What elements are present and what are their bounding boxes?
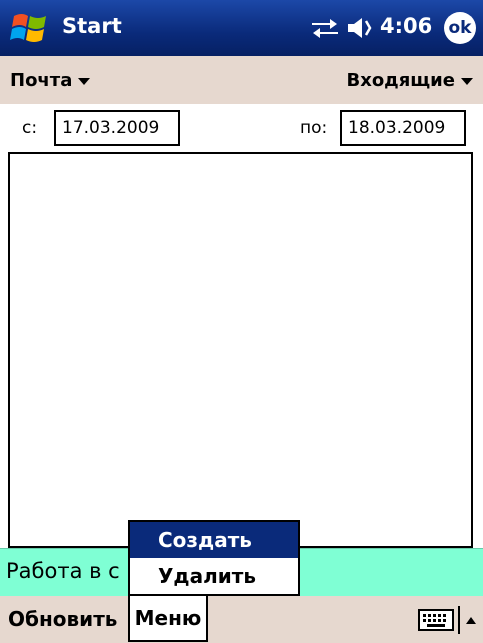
- menu-item-create[interactable]: Создать: [130, 522, 298, 558]
- app-title: Start: [62, 14, 122, 38]
- clock[interactable]: 4:06: [380, 14, 432, 38]
- to-date-field[interactable]: 18.03.2009: [340, 110, 466, 146]
- refresh-softkey[interactable]: Обновить: [8, 607, 117, 631]
- chevron-down-icon: [461, 77, 473, 85]
- menu-softkey[interactable]: Меню: [128, 596, 208, 642]
- status-text: Работа в с: [6, 559, 120, 583]
- sync-arrows-icon[interactable]: [310, 16, 340, 40]
- folder-dropdown[interactable]: Входящие: [346, 70, 473, 91]
- message-list[interactable]: [8, 152, 473, 548]
- from-label: с:: [22, 118, 38, 138]
- chevron-down-icon: [78, 77, 91, 85]
- context-menu: Создать Удалить: [128, 520, 300, 596]
- volume-icon[interactable]: [346, 15, 376, 41]
- windows-start-flag-icon[interactable]: [8, 10, 52, 46]
- folder-menubar: Почта Входящие: [0, 56, 483, 105]
- to-label: по:: [300, 118, 328, 138]
- date-filter-row: с: 17.03.2009 по: 18.03.2009: [0, 104, 483, 152]
- title-bar: Start 4:06 ok: [0, 0, 483, 56]
- ok-button[interactable]: ok: [444, 12, 476, 44]
- account-dropdown[interactable]: Почта: [10, 70, 91, 91]
- sip-up-arrow-icon[interactable]: [458, 604, 478, 636]
- folder-dropdown-label: Входящие: [346, 70, 455, 91]
- account-dropdown-label: Почта: [10, 70, 73, 91]
- softkey-bar: Обновить Меню: [0, 596, 483, 643]
- menu-item-delete[interactable]: Удалить: [130, 558, 298, 594]
- from-date-field[interactable]: 17.03.2009: [54, 110, 180, 146]
- keyboard-icon[interactable]: [418, 609, 454, 631]
